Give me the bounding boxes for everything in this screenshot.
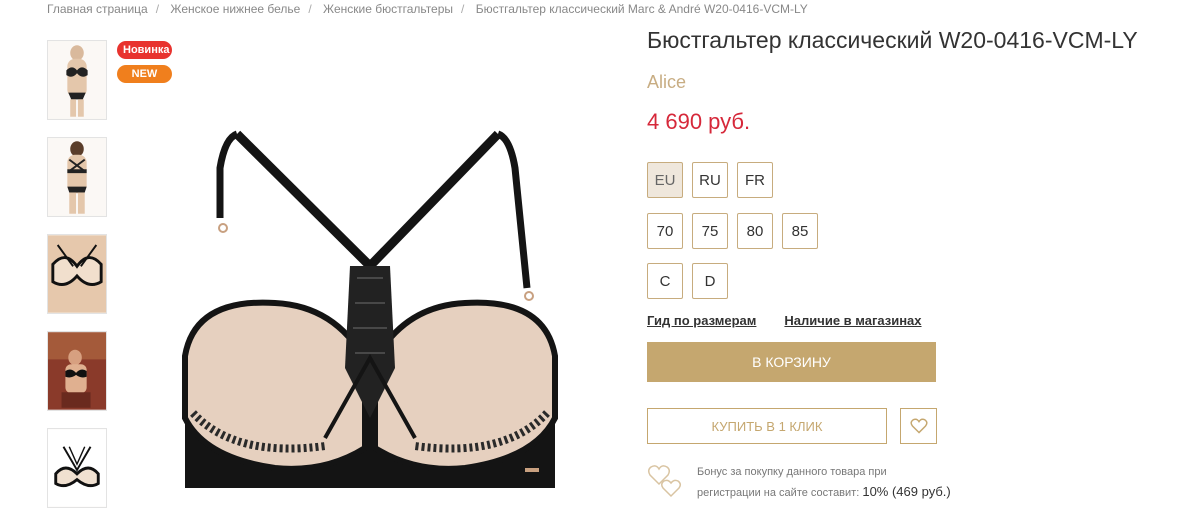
thumbnail-5[interactable] [47, 428, 107, 508]
bonus-info: Бонус за покупку данного товара при реги… [647, 458, 1027, 503]
buy-one-click-button[interactable]: КУПИТЬ В 1 КЛИК [647, 408, 887, 444]
band-size-75[interactable]: 75 [692, 213, 728, 249]
breadcrumb: Главная страница / Женское нижнее белье / … [47, 2, 808, 16]
hearts-icon [647, 465, 682, 498]
breadcrumb-home[interactable]: Главная страница [47, 2, 148, 16]
heart-icon [909, 418, 928, 434]
breadcrumb-women-bras[interactable]: Женские бюстгальтеры [323, 2, 453, 16]
new-badge-ru: Новинка [117, 41, 172, 59]
bonus-line-2: регистрации на сайте составит: [697, 487, 860, 499]
cup-size-d[interactable]: D [692, 263, 728, 299]
favorite-button[interactable] [900, 408, 937, 444]
thumbnail-1[interactable] [47, 40, 107, 120]
product-links: Гид по размерам Наличие в магазинах [647, 313, 922, 328]
band-size-85[interactable]: 85 [782, 213, 818, 249]
size-system-selector: EU RU FR [647, 162, 773, 198]
bonus-line-1: Бонус за покупку данного товара при [697, 466, 887, 478]
band-size-80[interactable]: 80 [737, 213, 773, 249]
size-guide-link[interactable]: Гид по размерам [647, 313, 756, 328]
thumbnail-4[interactable] [47, 331, 107, 411]
cup-size-c[interactable]: C [647, 263, 683, 299]
bonus-text: Бонус за покупку данного товара при реги… [697, 462, 1037, 503]
band-size-selector: 70 75 80 85 [647, 213, 818, 249]
cup-size-selector: C D [647, 263, 728, 299]
thumbnail-2[interactable] [47, 137, 107, 217]
bonus-value: 10% (469 руб.) [862, 484, 951, 499]
band-size-70[interactable]: 70 [647, 213, 683, 249]
breadcrumb-current: Бюстгальтер классический Marc & André W2… [475, 2, 808, 16]
badges: Новинка NEW [117, 41, 172, 89]
thumbnail-3[interactable] [47, 234, 107, 314]
add-to-cart-button[interactable]: В КОРЗИНУ [647, 342, 936, 382]
thumbnail-list [47, 40, 107, 519]
size-system-fr[interactable]: FR [737, 162, 773, 198]
breadcrumb-women-lingerie[interactable]: Женское нижнее белье [170, 2, 300, 16]
product-price: 4 690 руб. [647, 109, 751, 134]
size-system-ru[interactable]: RU [692, 162, 728, 198]
new-badge-en: NEW [117, 65, 172, 83]
size-system-eu[interactable]: EU [647, 162, 683, 198]
product-title: Бюстгальтер классический W20-0416-VCM-LY [647, 27, 1138, 53]
store-availability-link[interactable]: Наличие в магазинах [784, 313, 921, 328]
product-brand[interactable]: Alice [647, 72, 686, 93]
product-main-image[interactable] [175, 128, 560, 498]
